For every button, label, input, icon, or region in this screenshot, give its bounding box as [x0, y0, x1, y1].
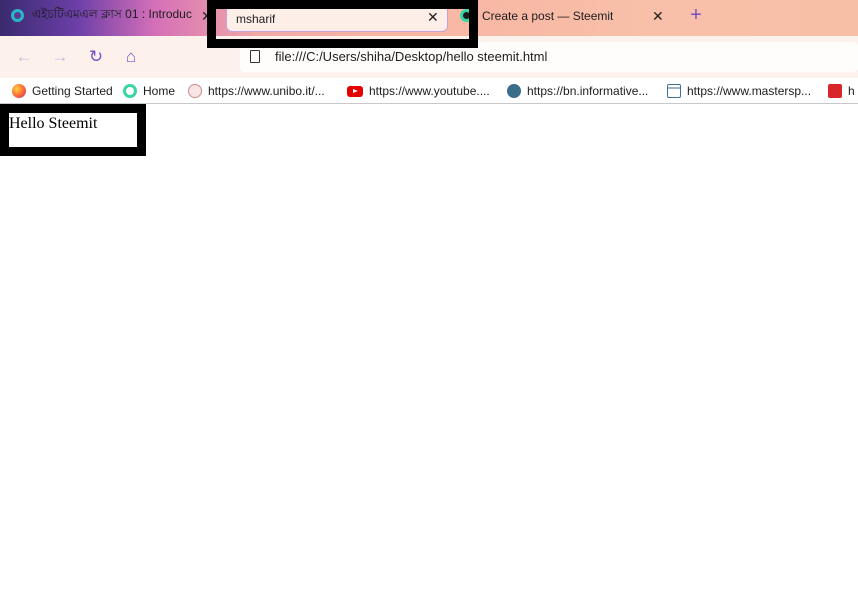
steemit-icon — [123, 84, 137, 98]
reload-button[interactable]: ↻ — [85, 46, 107, 68]
firefox-icon — [12, 84, 26, 98]
page-text: Hello Steemit — [9, 115, 98, 132]
close-icon[interactable]: ✕ — [201, 8, 213, 25]
tab-create-post[interactable]: Create a post — Steemit ✕ — [458, 0, 668, 32]
bookmarks-bar: Getting Started Home https://www.unibo.i… — [0, 78, 858, 104]
file-icon — [250, 50, 260, 63]
youtube-icon — [347, 85, 363, 97]
bookmark-label: https://www.youtube.... — [369, 84, 490, 98]
address-bar[interactable]: file:///C:/Users/shiha/Desktop/hello ste… — [240, 42, 858, 72]
close-icon[interactable]: ✕ — [652, 8, 664, 25]
tab-html-class[interactable]: এইচটিএমএল ক্লাস 01 : Introduc ✕ — [8, 0, 213, 32]
unibo-icon — [188, 84, 202, 98]
bookmark-getting-started[interactable]: Getting Started — [12, 83, 113, 99]
steemit-icon — [460, 9, 473, 22]
bookmark-label: https://www.unibo.it/... — [208, 84, 325, 98]
bookmark-home[interactable]: Home — [123, 83, 175, 99]
tab-strip: এইচটিএমএল ক্লাস 01 : Introduc ✕ msharif … — [0, 0, 858, 36]
page-content: Hello Steemit — [0, 104, 858, 607]
red-logo-icon — [828, 84, 842, 98]
tab-msharif[interactable]: msharif ✕ — [226, 5, 448, 32]
bookmark-youtube[interactable]: https://www.youtube.... — [347, 83, 490, 99]
nav-toolbar: ← → ↻ ⌂ file:///C:/Users/shiha/Desktop/h… — [0, 36, 858, 78]
home-button[interactable]: ⌂ — [120, 46, 142, 68]
steemit-icon — [11, 9, 24, 22]
wordpress-icon — [507, 84, 521, 98]
bookmark-label: Home — [143, 84, 176, 98]
bank-icon — [667, 84, 681, 98]
url-text[interactable]: file:///C:/Users/shiha/Desktop/hello ste… — [275, 49, 547, 64]
bookmark-unibo[interactable]: https://www.unibo.it/... — [188, 83, 325, 99]
bookmark-label: https://www.mastersp... — [687, 84, 812, 98]
new-tab-button[interactable]: + — [686, 5, 706, 25]
bookmark-label: h — [848, 84, 855, 98]
bookmark-informative[interactable]: https://bn.informative... — [507, 83, 648, 99]
forward-button[interactable]: → — [49, 46, 71, 68]
bookmark-masters[interactable]: https://www.mastersp... — [667, 83, 811, 99]
bookmark-truncated[interactable]: h — [828, 83, 855, 99]
tab-title: এইচটিএমএল ক্লাস 01 : Introduc — [32, 7, 192, 21]
close-icon[interactable]: ✕ — [427, 9, 439, 26]
bookmark-label: https://bn.informative... — [527, 84, 649, 98]
tab-title: Create a post — Steemit — [482, 9, 614, 23]
back-button[interactable]: ← — [13, 46, 35, 68]
tab-title: msharif — [236, 11, 276, 26]
bookmark-label: Getting Started — [32, 84, 113, 98]
